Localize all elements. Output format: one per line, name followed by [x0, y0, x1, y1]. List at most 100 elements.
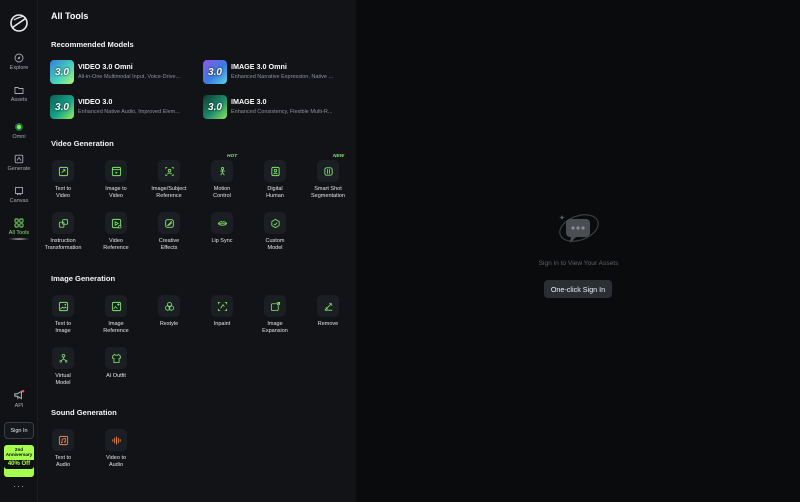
model-name: IMAGE 3.0 Omni — [231, 62, 287, 71]
tool-text-to-image[interactable]: Text to Image — [38, 295, 88, 336]
all-tools-panel: All Tools Recommended Models 3.0 VIDEO 3… — [38, 0, 356, 502]
tool-image-subject-reference[interactable]: Image/Subject Reference — [144, 160, 194, 201]
tool-image-to-video[interactable]: Image to Video — [91, 160, 141, 201]
model-description: All-in-One Multimodal Input, Voice-Drive… — [78, 74, 181, 80]
compass-icon — [14, 53, 24, 63]
model-description: Enhanced Narrative Expression, Native ..… — [231, 74, 334, 80]
tool-custom-model[interactable]: Custom Model — [250, 212, 300, 253]
empty-assets-message: Sign in to View Your Assets — [538, 260, 619, 267]
tool-label: Video Reference — [103, 238, 129, 252]
motion-control-icon — [219, 166, 225, 175]
tool-label: Restyle — [159, 321, 179, 327]
tool-label: Video to Audio — [105, 455, 127, 469]
model-card-image[interactable]: 3.0 IMAGE 3.0 Enhanced Consistency, Flex… — [203, 95, 348, 121]
section-title-sound: Sound Generation — [51, 408, 117, 417]
tool-label: Image Expansion — [262, 321, 288, 335]
rail-item-canvas[interactable]: Canvas — [0, 186, 38, 204]
tool-image-reference[interactable]: Image Reference — [91, 295, 141, 336]
tool-label: Virtual Model — [55, 373, 71, 387]
section-title-video: Video Generation — [51, 139, 114, 148]
image-expansion-icon — [270, 301, 280, 311]
canvas-icon — [15, 187, 23, 196]
tool-label: Image Reference — [103, 321, 129, 335]
rail-item-assets[interactable]: Assets — [0, 85, 38, 103]
rail-label: Canvas — [9, 198, 29, 204]
rail-label: All Tools — [8, 230, 30, 236]
tool-virtual-model[interactable]: Virtual Model — [38, 347, 88, 388]
rail-label: Explore — [9, 65, 29, 71]
tool-label: Remove — [317, 321, 339, 327]
tool-label: Creative Effects — [158, 238, 180, 252]
new-badge: NEW — [333, 154, 345, 159]
text-to-audio-icon — [58, 435, 68, 445]
one-click-sign-in-button[interactable]: One-click Sign In — [544, 280, 612, 298]
section-title-image: Image Generation — [51, 274, 116, 283]
lips-icon — [217, 220, 227, 226]
model-name: VIDEO 3.0 Omni — [78, 62, 133, 71]
cube-icon — [270, 218, 280, 228]
tool-text-to-audio[interactable]: Text to Audio — [38, 429, 88, 470]
rail-item-api[interactable]: API — [0, 389, 38, 409]
tool-ai-outfit[interactable]: AI Outfit — [91, 347, 141, 380]
model-card-image-omni[interactable]: 3.0 IMAGE 3.0 Omni Enhanced Narrative Ex… — [203, 60, 348, 86]
empty-assets-illustration — [559, 214, 599, 243]
model-thumbnail: 3.0 — [50, 60, 74, 84]
promo-discount: 40% Off — [4, 460, 34, 470]
tool-image-expansion[interactable]: Image Expansion — [250, 295, 300, 336]
model-thumbnail: 3.0 — [50, 95, 74, 119]
rail-label: Omni — [12, 134, 26, 140]
tool-restyle[interactable]: Restyle — [144, 295, 194, 328]
tool-video-reference[interactable]: Video Reference — [91, 212, 141, 253]
tool-motion-control[interactable]: HOT Motion Control — [197, 154, 247, 201]
app-logo-icon[interactable] — [9, 13, 29, 33]
tool-label: Instruction Transformation — [44, 238, 82, 252]
tool-remove[interactable]: Remove — [303, 295, 353, 328]
tool-inpaint[interactable]: Inpaint — [197, 295, 247, 328]
rail-item-explore[interactable]: Explore — [0, 53, 38, 71]
text-to-image-icon — [58, 301, 68, 311]
tool-digital-human[interactable]: Digital Human — [250, 160, 300, 201]
anniversary-promo-badge[interactable]: 2nd Anniversary 40% Off — [4, 445, 34, 477]
active-indicator — [8, 238, 30, 240]
rail-item-generate[interactable]: Generate — [0, 154, 38, 172]
folder-icon — [14, 87, 24, 94]
rail-item-all-tools[interactable]: All Tools — [0, 218, 38, 236]
rail-label: API — [14, 403, 24, 409]
rail-item-omni[interactable]: Omni — [0, 122, 38, 140]
audio-wave-icon — [111, 435, 121, 445]
inpaint-icon — [217, 301, 227, 311]
tool-label: Image to Video — [105, 186, 127, 200]
tool-video-to-audio[interactable]: Video to Audio — [91, 429, 141, 470]
model-card-video-omni[interactable]: 3.0 VIDEO 3.0 Omni All-in-One Multimodal… — [50, 60, 195, 86]
hot-badge: HOT — [227, 154, 238, 159]
tool-creative-effects[interactable]: Creative Effects — [144, 212, 194, 253]
text-to-video-icon — [58, 166, 68, 176]
tool-text-to-video[interactable]: Text to Video — [38, 160, 88, 201]
restyle-icon — [164, 301, 174, 311]
tool-label: Smart Shot Segmentation — [311, 186, 345, 200]
left-rail: Explore Assets Omni Generate Canvas All … — [0, 0, 38, 502]
model-name: VIDEO 3.0 — [78, 97, 113, 106]
tool-label: Inpaint — [213, 321, 231, 327]
section-title-recommended: Recommended Models — [51, 40, 134, 49]
tool-label: Image/Subject Reference — [151, 186, 187, 200]
creative-effects-icon — [164, 218, 174, 228]
tool-instruction-transformation[interactable]: Instruction Transformation — [38, 212, 88, 253]
image-reference-icon — [111, 301, 121, 311]
tool-label: Custom Model — [265, 238, 285, 252]
grid-icon — [14, 218, 24, 228]
tool-label: Lip Sync — [211, 238, 233, 244]
virtual-model-icon — [59, 353, 67, 363]
assets-area: Sign in to View Your Assets One-click Si… — [357, 0, 800, 502]
promo-line2: Anniversary — [5, 452, 33, 458]
more-options-icon[interactable]: ··· — [13, 481, 25, 491]
panel-title: All Tools — [51, 11, 89, 21]
tool-smart-shot-segmentation[interactable]: NEW Smart Shot Segmentation — [303, 154, 353, 201]
model-card-video[interactable]: 3.0 VIDEO 3.0 Enhanced Native Audio, Imp… — [50, 95, 195, 121]
model-name: IMAGE 3.0 — [231, 97, 267, 106]
video-reference-icon — [111, 218, 121, 228]
tool-label: Digital Human — [266, 186, 284, 200]
tool-lip-sync[interactable]: Lip Sync — [197, 212, 247, 245]
rail-sign-in-button[interactable]: Sign In — [4, 422, 34, 439]
generate-icon — [14, 154, 24, 164]
